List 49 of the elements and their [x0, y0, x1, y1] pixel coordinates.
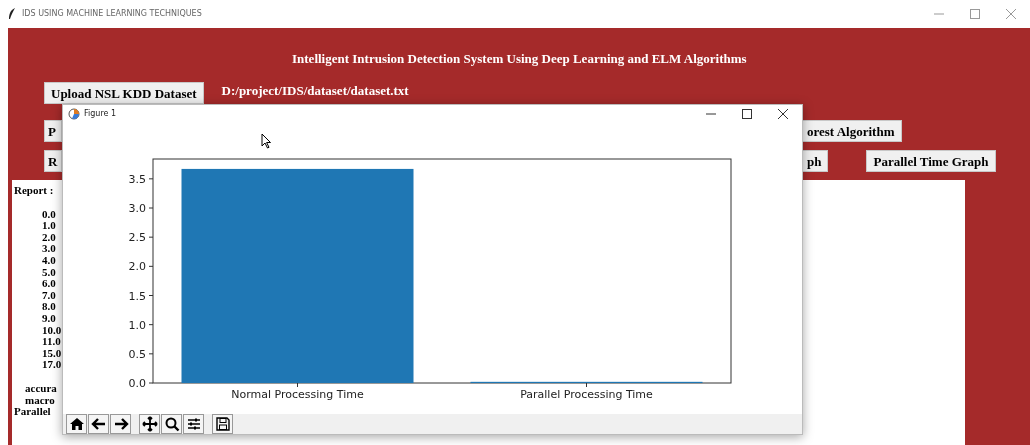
figure-title: Figure 1: [84, 108, 117, 120]
app-button[interactable]: Upload NSL KDD Dataset: [44, 82, 204, 104]
back-arrow-icon[interactable]: [88, 414, 109, 434]
figure-icon: [68, 108, 80, 120]
x-tick-label: Normal Processing Time: [231, 388, 364, 401]
cursor-icon: [261, 133, 272, 149]
save-icon[interactable]: [212, 414, 233, 434]
y-tick-label: 1.5: [128, 289, 146, 303]
settings-icon[interactable]: [183, 414, 204, 434]
report-line: 3.0: [41, 243, 56, 255]
close-icon[interactable]: [778, 109, 788, 119]
report-line: 4.0: [41, 254, 56, 267]
report-line: 6.0: [41, 278, 56, 290]
report-line: 10.0: [41, 324, 62, 337]
app-button[interactable]: R: [44, 150, 62, 172]
report-line: 7.0: [41, 289, 56, 302]
report-line: 11.0: [41, 336, 61, 348]
report-line: 5.0: [41, 266, 56, 279]
app-button[interactable]: Parallel Time Graph: [866, 150, 996, 172]
y-tick-label: 0.0: [128, 377, 146, 390]
y-tick-label: 2.0: [128, 260, 146, 274]
y-tick-label: 3.5: [128, 172, 146, 186]
report-line: 2.0: [41, 231, 56, 244]
report-line: Parallel: [13, 406, 51, 418]
app-button[interactable]: P: [44, 120, 62, 142]
report-line: 15.0: [41, 347, 62, 360]
y-tick-label: 2.5: [128, 231, 146, 245]
y-tick-label: 1.0: [128, 318, 146, 332]
report-line: 17.0: [41, 359, 62, 371]
window-title: IDS USING MACHINE LEARNING TECHNIQUES: [22, 8, 202, 20]
report-line: Report :: [13, 185, 54, 197]
y-tick-label: 0.5: [128, 347, 146, 361]
report-line: accura: [24, 382, 57, 395]
app-heading: Intelligent Intrusion Detection System Using Deep Learning and ELM Algorithms: [292, 51, 747, 66]
app-button[interactable]: orest Algorithm: [800, 120, 902, 142]
report-line: 8.0: [41, 301, 56, 313]
zoom-icon[interactable]: [161, 414, 182, 434]
home-icon[interactable]: [66, 414, 87, 434]
x-tick-label: Parallel Processing Time: [520, 388, 653, 401]
report-line: 9.0: [41, 312, 56, 325]
forward-arrow-icon[interactable]: [110, 414, 131, 434]
report-line: 0.0: [41, 208, 56, 221]
y-tick-label: 3.0: [128, 202, 146, 215]
maximize-icon[interactable]: [742, 109, 752, 119]
move-icon[interactable]: [139, 414, 160, 434]
report-line: 1.0: [41, 220, 56, 232]
feather-icon: [8, 8, 16, 20]
report-line: macro: [24, 394, 55, 407]
dataset-path: D:/project/IDS/dataset/dataset.txt: [221, 82, 409, 101]
